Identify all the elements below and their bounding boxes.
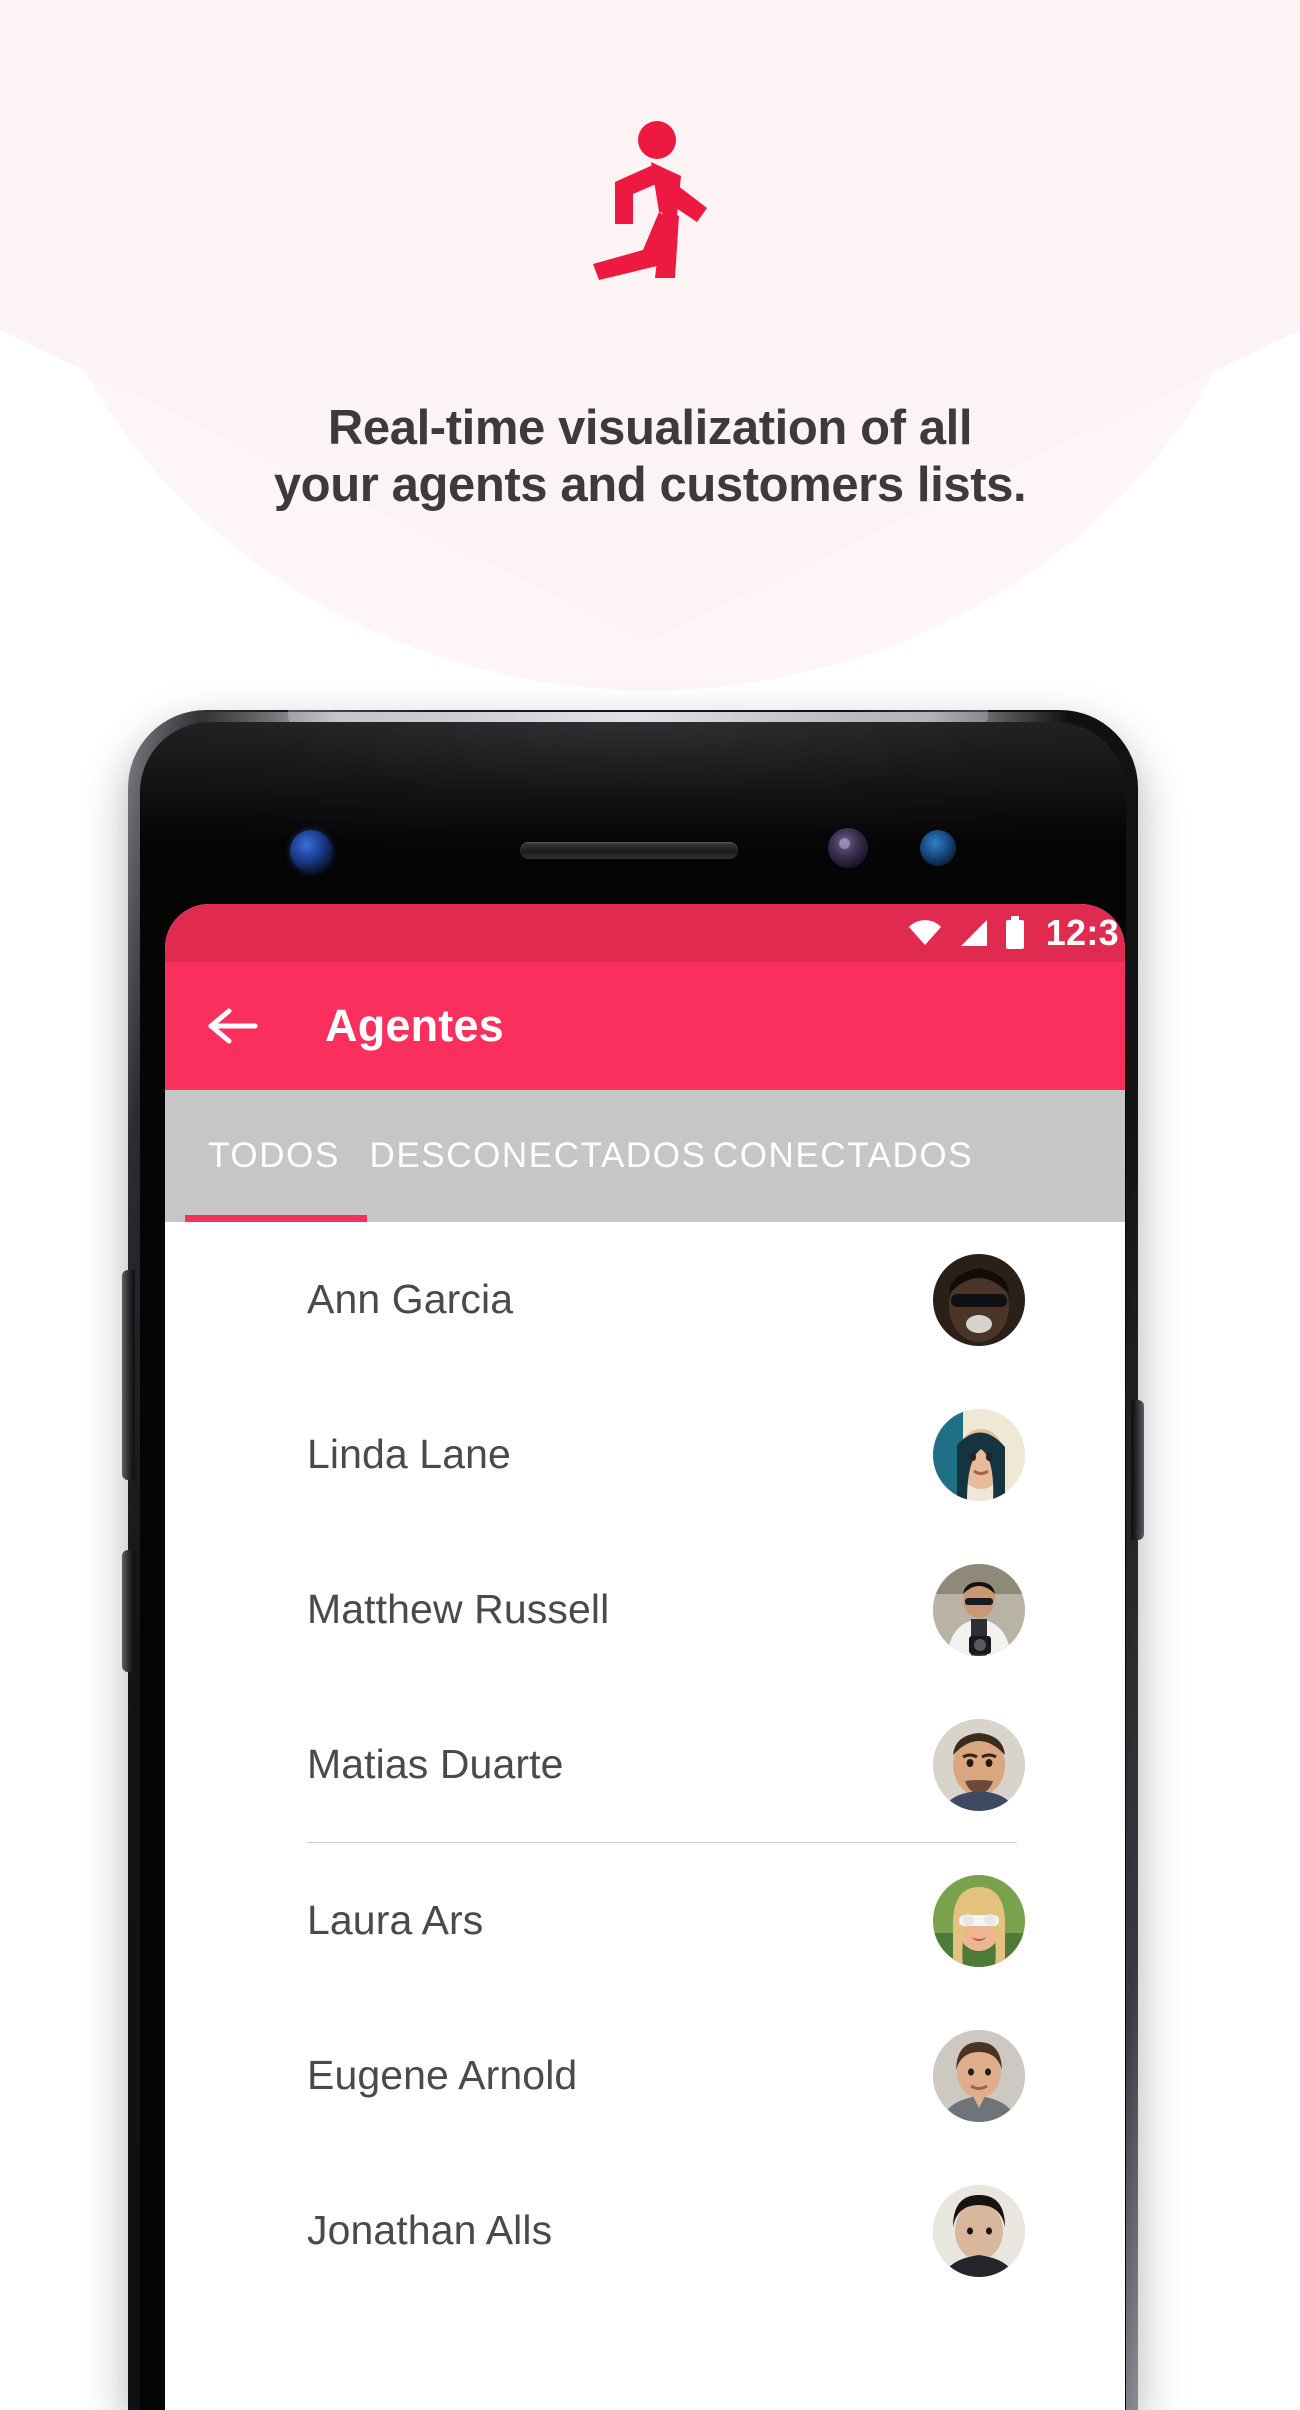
avatar[interactable] bbox=[933, 2029, 1025, 2122]
wifi-icon bbox=[908, 920, 941, 945]
status-bar: 12:3 bbox=[165, 904, 1125, 962]
avatar[interactable] bbox=[933, 1718, 1025, 1811]
agent-name: Matthew Russell bbox=[307, 1586, 610, 1632]
table-row[interactable]: Eugene Arnold bbox=[165, 1998, 1125, 2153]
page-headline: Real-time visualization of all your agen… bbox=[0, 400, 1300, 514]
avatar-image bbox=[933, 1408, 1025, 1501]
avatar-image bbox=[933, 1563, 1025, 1656]
status-bar-clock: 12:3 bbox=[1045, 912, 1119, 953]
headline-line-1: Real-time visualization of all bbox=[327, 401, 973, 455]
signal-icon bbox=[960, 920, 987, 946]
avatar-image bbox=[933, 1253, 1025, 1346]
phone-glass: 12:3 Agentes TODOS DESCONECTADOS CONECTA… bbox=[140, 722, 1126, 2410]
avatar[interactable] bbox=[933, 1408, 1025, 1501]
tab-todos-label: TODOS bbox=[208, 1136, 340, 1175]
agent-name: Ann Garcia bbox=[307, 1276, 514, 1322]
proximity-sensor-icon bbox=[920, 830, 956, 866]
tab-desconectados-label: DESCONECTADOS bbox=[369, 1136, 707, 1175]
agent-name: Laura Ars bbox=[307, 1897, 484, 1943]
phone-screen: 12:3 Agentes TODOS DESCONECTADOS CONECTA… bbox=[165, 904, 1125, 2410]
status-bar-icons bbox=[906, 916, 1026, 950]
phone-frame-highlight bbox=[198, 712, 1068, 722]
avatar-image bbox=[933, 1874, 1025, 1967]
table-row[interactable]: Matthew Russell bbox=[165, 1532, 1125, 1687]
power-button[interactable] bbox=[1131, 1400, 1144, 1540]
running-person-icon-wrapper bbox=[0, 110, 1300, 290]
volume-button[interactable] bbox=[122, 1270, 135, 1480]
back-arrow-icon bbox=[208, 1008, 258, 1044]
iris-scanner-icon bbox=[828, 828, 868, 868]
tab-todos[interactable]: TODOS bbox=[165, 1090, 383, 1222]
running-person-icon bbox=[593, 121, 707, 280]
agent-name: Matias Duarte bbox=[307, 1741, 564, 1787]
table-row[interactable]: Laura Ars bbox=[165, 1843, 1125, 1998]
avatar-image bbox=[933, 2029, 1025, 2122]
avatar-image bbox=[933, 2184, 1025, 2277]
tab-conectados[interactable]: CONECTADOS bbox=[693, 1090, 993, 1222]
glass-sheen bbox=[140, 722, 1126, 842]
tab-desconectados[interactable]: DESCONECTADOS bbox=[369, 1090, 705, 1222]
back-button[interactable] bbox=[201, 995, 263, 1057]
table-row[interactable]: Matias Duarte bbox=[165, 1687, 1125, 1842]
battery-icon bbox=[1005, 916, 1024, 949]
table-row[interactable]: Jonathan Alls bbox=[165, 2153, 1125, 2308]
tab-bar: TODOS DESCONECTADOS CONECTADOS bbox=[165, 1090, 1125, 1222]
hero-background-shape bbox=[0, 0, 1300, 640]
tab-conectados-label: CONECTADOS bbox=[712, 1136, 974, 1175]
app-bar: Agentes bbox=[165, 962, 1125, 1090]
avatar[interactable] bbox=[933, 1253, 1025, 1346]
avatar[interactable] bbox=[933, 1563, 1025, 1656]
page-title: Agentes bbox=[325, 1000, 504, 1051]
agent-name: Linda Lane bbox=[307, 1431, 511, 1477]
bixby-button[interactable] bbox=[122, 1550, 135, 1672]
agent-name: Jonathan Alls bbox=[307, 2207, 553, 2253]
avatar-image bbox=[933, 1718, 1025, 1811]
tab-active-indicator bbox=[185, 1215, 367, 1222]
table-row[interactable]: Linda Lane bbox=[165, 1377, 1125, 1532]
agent-list: Ann Garcia Linda Lane Matthew Russell Ma… bbox=[165, 1222, 1125, 2410]
agent-name: Eugene Arnold bbox=[307, 2052, 578, 2098]
earpiece-speaker-icon bbox=[520, 842, 738, 859]
front-camera-icon bbox=[290, 830, 332, 872]
headline-line-2: your agents and customers lists. bbox=[273, 457, 1027, 512]
table-row[interactable]: Ann Garcia bbox=[165, 1222, 1125, 1377]
avatar[interactable] bbox=[933, 1874, 1025, 1967]
avatar[interactable] bbox=[933, 2184, 1025, 2277]
phone-mockup: 12:3 Agentes TODOS DESCONECTADOS CONECTA… bbox=[122, 710, 1144, 2410]
